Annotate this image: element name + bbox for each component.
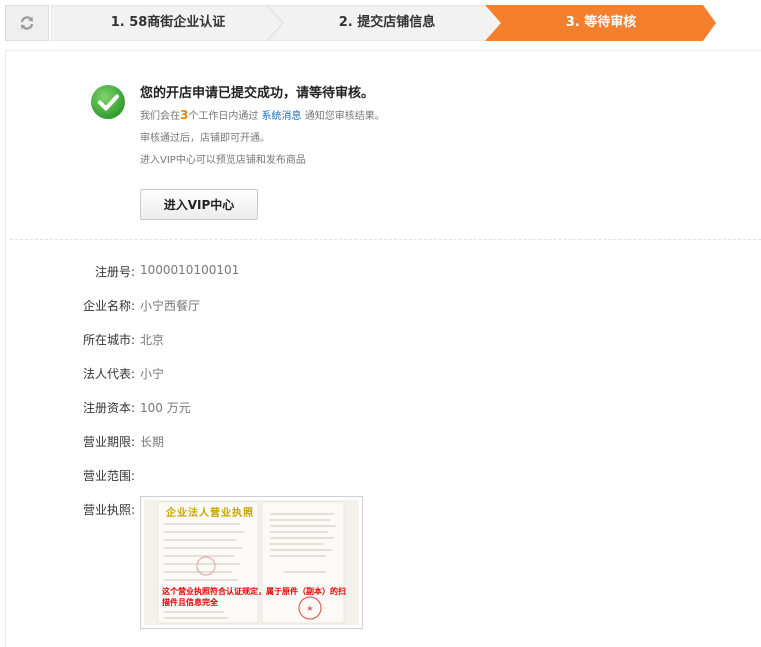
- step-1-label: 1. 58商街企业认证: [110, 15, 226, 30]
- review-notice: 我们会在3个工作日内通过 系统消息 通知您审核结果。: [140, 107, 385, 122]
- business-license-image[interactable]: ★ 企业法人营业执照 这个营业执照符合认证规定，属于原件（副本）的扫描件且信息完…: [140, 496, 363, 629]
- step-2: 2. 提交店铺信息: [267, 5, 507, 41]
- refresh-icon: [20, 16, 34, 30]
- info-row-legal-rep: 法人代表: 小宁: [0, 365, 761, 385]
- step-1: 1. 58商街企业认证: [51, 5, 285, 41]
- approval-notice: 审核通过后，店铺即可开通。: [140, 133, 270, 144]
- info-row-company-name: 企业名称: 小宁西餐厅: [0, 297, 761, 317]
- info-row-capital: 注册资本: 100 万元: [0, 399, 761, 419]
- capital-value: 100 万元: [140, 401, 191, 415]
- info-row-license: 营业执照:: [0, 501, 761, 521]
- step-2-label: 2. 提交店铺信息: [338, 15, 436, 30]
- reg-no-label: 注册号:: [94, 265, 135, 279]
- city-label: 所在城市:: [82, 333, 135, 347]
- period-label: 营业期限:: [82, 435, 135, 449]
- info-row-reg-no: 注册号: 1000010100101: [0, 263, 761, 283]
- city-value: 北京: [140, 333, 165, 347]
- review-notice-mid: 个工作日内通过: [188, 111, 259, 122]
- company-name-label: 企业名称:: [82, 299, 135, 313]
- license-title: 企业法人营业执照: [166, 508, 254, 519]
- step-progress-bar: 1. 58商街企业认证 2. 提交店铺信息 3. 等待审核: [5, 5, 750, 41]
- info-row-period: 营业期限: 长期: [0, 433, 761, 453]
- company-name-value: 小宁西餐厅: [140, 299, 201, 313]
- review-notice-suffix: 通知您审核结果。: [304, 111, 385, 122]
- dashed-divider: [10, 239, 761, 240]
- business-license-scan: ★ 企业法人营业执照 这个营业执照符合认证规定，属于原件（副本）的扫描件且信息完…: [144, 500, 359, 625]
- success-title: 您的开店申请已提交成功，请等待审核。: [140, 86, 375, 101]
- license-warning-text: 这个营业执照符合认证规定，属于原件（副本）的扫描件且信息完全: [162, 587, 346, 607]
- scope-label: 营业范围:: [82, 469, 135, 483]
- system-message-link[interactable]: 系统消息: [262, 111, 302, 122]
- enter-vip-center-button[interactable]: 进入VIP中心: [140, 189, 258, 220]
- success-check-icon: [91, 85, 125, 119]
- license-label: 营业执照:: [82, 503, 135, 517]
- review-notice-prefix: 我们会在: [140, 111, 180, 122]
- step-3-active: 3. 等待审核: [485, 5, 717, 41]
- refresh-button[interactable]: [5, 5, 49, 41]
- capital-label: 注册资本:: [82, 401, 135, 415]
- info-row-scope: 营业范围:: [0, 467, 761, 487]
- step-3-label: 3. 等待审核: [565, 15, 637, 30]
- period-value: 长期: [140, 435, 165, 449]
- reg-no-value: 1000010100101: [140, 263, 240, 277]
- legal-rep-label: 法人代表:: [82, 367, 135, 381]
- info-row-city: 所在城市: 北京: [0, 331, 761, 351]
- legal-rep-value: 小宁: [140, 367, 165, 381]
- vip-notice: 进入VIP中心可以预览店铺和发布商品: [140, 155, 306, 166]
